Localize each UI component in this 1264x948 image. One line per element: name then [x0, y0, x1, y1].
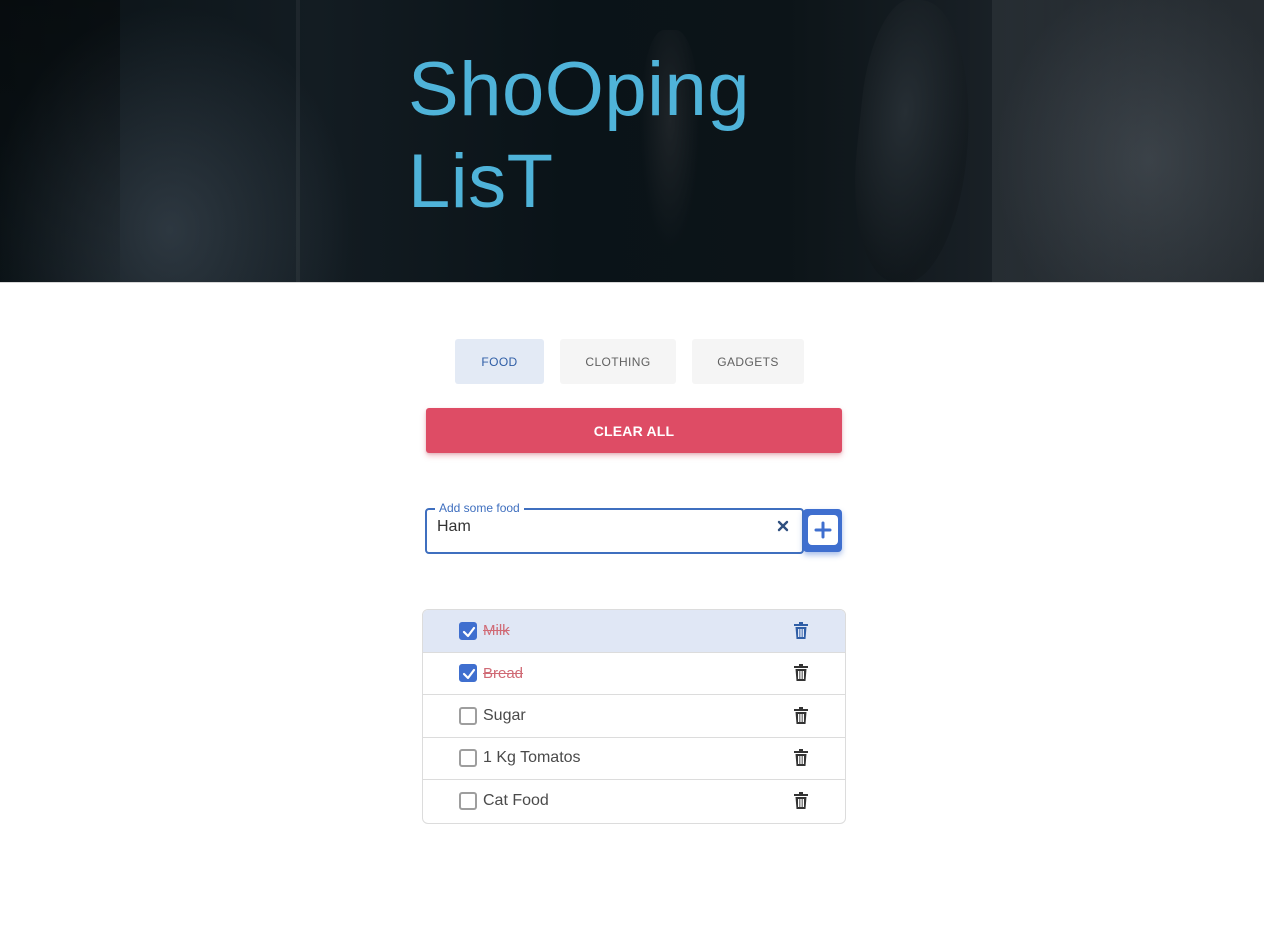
add-food-field: Add some food: [425, 501, 804, 554]
close-icon[interactable]: [776, 519, 790, 533]
list-item[interactable]: Bread: [423, 653, 845, 695]
item-label: Bread: [483, 664, 524, 682]
list-item[interactable]: Milk: [423, 610, 845, 653]
item-checkbox[interactable]: [459, 792, 477, 811]
trash-icon[interactable]: [793, 621, 809, 640]
item-label: 1 Kg Tomatos: [483, 749, 581, 767]
tab-gadgets[interactable]: GADGETS: [692, 339, 804, 384]
hero-banner: ShoOping LisT: [0, 0, 1264, 283]
hero-bg-shape: [843, 0, 983, 282]
add-food-label: Add some food: [435, 501, 524, 515]
page-title-line-1: ShoOping: [408, 47, 751, 132]
trash-icon[interactable]: [793, 706, 809, 725]
item-label: Sugar: [483, 706, 526, 724]
clear-all-button[interactable]: CLEAR ALL: [426, 408, 842, 453]
item-label: Cat Food: [483, 792, 549, 810]
hero-bg-shade: [0, 0, 120, 282]
trash-icon[interactable]: [793, 792, 809, 810]
hero-bg-edge: [296, 0, 300, 282]
page-title: ShoOping LisT: [408, 44, 828, 228]
item-checkbox[interactable]: [459, 621, 477, 640]
shopping-list: Milk Bread Sugar 1 Kg Tomatos Cat Food: [422, 609, 846, 824]
item-checkbox[interactable]: [459, 749, 477, 768]
list-item[interactable]: Sugar: [423, 695, 845, 738]
check-icon: [462, 626, 476, 637]
trash-icon[interactable]: [793, 749, 809, 767]
add-item-button[interactable]: [803, 509, 842, 552]
plus-icon: [808, 515, 838, 545]
hero-bg-light: [992, 0, 1264, 282]
tab-clothing[interactable]: CLOTHING: [560, 339, 676, 384]
list-item[interactable]: Cat Food: [423, 780, 845, 823]
add-food-input[interactable]: [437, 517, 757, 537]
item-label: Milk: [483, 622, 510, 640]
tab-food[interactable]: FOOD: [455, 339, 544, 384]
page-title-line-2: LisT: [408, 139, 554, 224]
item-checkbox[interactable]: [459, 664, 477, 683]
check-icon: [462, 669, 476, 680]
trash-icon[interactable]: [793, 664, 809, 682]
list-item[interactable]: 1 Kg Tomatos: [423, 738, 845, 780]
item-checkbox[interactable]: [459, 706, 477, 725]
